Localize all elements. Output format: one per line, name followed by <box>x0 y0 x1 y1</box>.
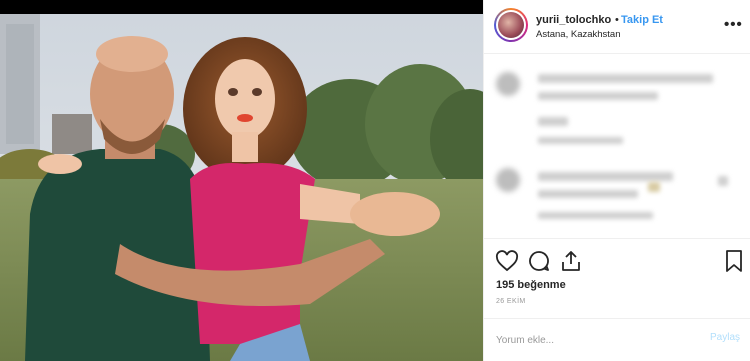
comment-input[interactable] <box>496 331 696 349</box>
comment-meta-blurred <box>538 212 653 219</box>
post-actions: 195 beğenme 26 EKİM <box>484 238 750 318</box>
post-header: yurii_tolochko • Takip Et Astana, Kazakh… <box>484 0 750 54</box>
comment-bar: Paylaş <box>484 318 750 361</box>
comment-avatar-blurred <box>496 168 520 192</box>
share-icon[interactable] <box>559 249 583 273</box>
comment-meta-blurred <box>538 137 623 144</box>
separator-dot: • <box>615 14 619 26</box>
more-options-icon[interactable]: ••• <box>724 16 743 33</box>
comment-text-blurred <box>538 190 638 198</box>
emoji-blurred <box>648 182 660 192</box>
post-comment-button[interactable]: Paylaş <box>710 332 740 343</box>
photo-illustration <box>0 14 483 361</box>
comment-text-blurred <box>538 92 658 100</box>
username-link[interactable]: yurii_tolochko <box>536 14 611 26</box>
bookmark-icon[interactable] <box>722 249 746 273</box>
post-modal: yurii_tolochko • Takip Et Astana, Kazakh… <box>0 0 750 361</box>
avatar[interactable] <box>494 8 528 42</box>
follow-button[interactable]: Takip Et <box>621 14 663 26</box>
comment-icon[interactable] <box>527 249 551 273</box>
post-photo[interactable] <box>0 14 483 361</box>
comment-like-blurred <box>718 176 728 186</box>
likes-count[interactable]: 195 beğenme <box>496 279 566 291</box>
post-side-panel: yurii_tolochko • Takip Et Astana, Kazakh… <box>483 0 750 361</box>
post-date: 26 EKİM <box>496 298 526 305</box>
comment-avatar-blurred <box>496 72 520 96</box>
comment-text-blurred <box>538 117 568 126</box>
location-link[interactable]: Astana, Kazakhstan <box>536 29 621 40</box>
comment-text-blurred <box>538 74 713 83</box>
comment-text-blurred <box>538 172 673 181</box>
heart-icon[interactable] <box>495 249 519 273</box>
